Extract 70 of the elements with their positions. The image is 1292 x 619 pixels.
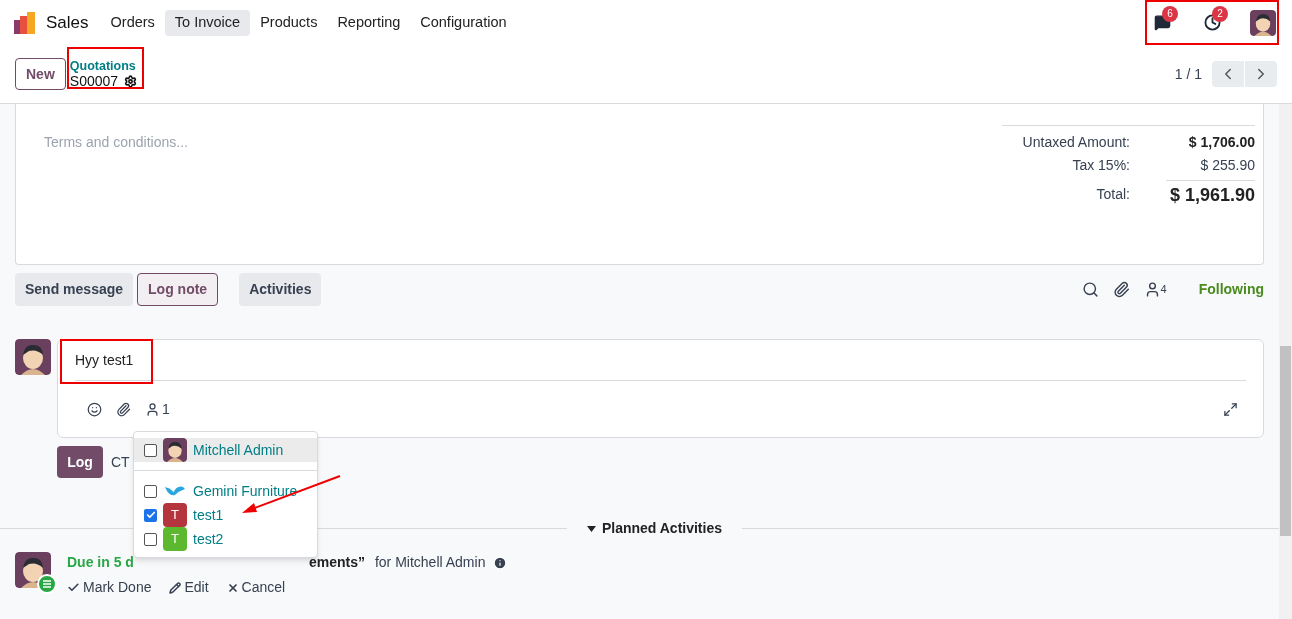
message-field[interactable]: Hyy test1 [75, 340, 1246, 381]
check-icon [67, 581, 80, 594]
scrollbar[interactable] [1279, 104, 1292, 619]
new-button[interactable]: New [15, 58, 66, 90]
caret-icon [586, 525, 596, 532]
initial-avatar: T [163, 503, 187, 527]
menu-item[interactable]: Orders [100, 9, 165, 36]
notification-badge: 6 [1162, 5, 1178, 22]
activity-action[interactable]: Mark Done [67, 577, 152, 598]
chatter-tab[interactable]: Activities [239, 273, 322, 306]
total-label: Total: [1095, 185, 1130, 204]
chatter-tab[interactable]: Log note [137, 273, 219, 306]
activity-action[interactable]: Cancel [226, 577, 286, 598]
pencil-icon [169, 581, 182, 594]
menu-item[interactable]: To Invoice [164, 9, 251, 36]
pager-value: 1 / 1 [1174, 64, 1202, 84]
checkbox[interactable] [144, 508, 157, 522]
recipient-name: test1 [193, 505, 224, 525]
recipient-item[interactable]: Gemini Furniture [134, 479, 317, 503]
composer-box[interactable]: Hyy test1 1 [57, 339, 1264, 438]
menu-item[interactable]: Configuration [410, 9, 517, 36]
recipient-name: Gemini Furniture [193, 481, 298, 501]
user-icon [145, 402, 160, 417]
recipient-item[interactable]: T test2 [134, 527, 317, 551]
info-icon[interactable] [493, 555, 508, 570]
chatter-tab[interactable]: Send message [15, 273, 134, 306]
initial-avatar: T [163, 527, 187, 551]
next-button[interactable] [1245, 61, 1277, 87]
menu-item[interactable]: Reporting [327, 9, 411, 36]
emoji-icon[interactable] [87, 402, 102, 417]
activity-type-icon [37, 574, 57, 594]
planned-activities-toggle[interactable]: Planned Activities [566, 518, 742, 539]
recipient-item[interactable]: T test1 [134, 503, 317, 527]
following-button[interactable]: Following [1198, 279, 1264, 300]
activity-assignee: for Mitchell Admin [374, 553, 486, 572]
user-avatar [163, 438, 187, 462]
checkbox[interactable] [144, 443, 157, 457]
paperclip-icon[interactable] [116, 402, 131, 417]
notification-badge: 2 [1212, 5, 1228, 22]
activity-due: Due in 5 d [67, 553, 134, 572]
settings-icon[interactable] [124, 75, 138, 88]
log-button[interactable]: Log [57, 446, 103, 478]
followers-button[interactable]: 4 [1143, 281, 1167, 298]
app-logo-icon[interactable] [14, 11, 36, 34]
total-value: $ 255.90 [1200, 156, 1255, 175]
previous-button[interactable] [1212, 61, 1244, 87]
user-avatar [15, 339, 51, 375]
search-icon[interactable] [1081, 281, 1099, 298]
record-name: S00007 [69, 74, 119, 89]
checkbox[interactable] [144, 484, 157, 498]
recipient-name: Mitchell Admin [193, 440, 284, 460]
recipient-name: test2 [193, 529, 224, 549]
menu-item[interactable]: Products [250, 9, 328, 36]
user-avatar [1250, 9, 1276, 36]
shortcut-hint: CT [111, 452, 130, 472]
expand-icon[interactable] [1223, 402, 1238, 417]
total-value: $ 1,706.00 [1188, 133, 1255, 152]
activity-action[interactable]: Edit [169, 577, 209, 598]
activity-summary: ements” [308, 553, 365, 572]
paperclip-icon[interactable] [1112, 281, 1130, 298]
total-value: $ 1,961.90 [1165, 180, 1255, 209]
total-label: Untaxed Amount: [1021, 133, 1130, 152]
close-icon [226, 581, 239, 594]
breadcrumb-link[interactable]: Quotations [69, 59, 138, 74]
total-label: Tax 15%: [1071, 156, 1130, 175]
terms-field[interactable]: Terms and conditions... [15, 104, 1002, 265]
checkbox[interactable] [144, 532, 157, 546]
app-name[interactable]: Sales [46, 9, 89, 36]
recipients-button[interactable]: 1 [145, 399, 170, 420]
recipient-item[interactable]: Mitchell Admin [134, 438, 317, 462]
